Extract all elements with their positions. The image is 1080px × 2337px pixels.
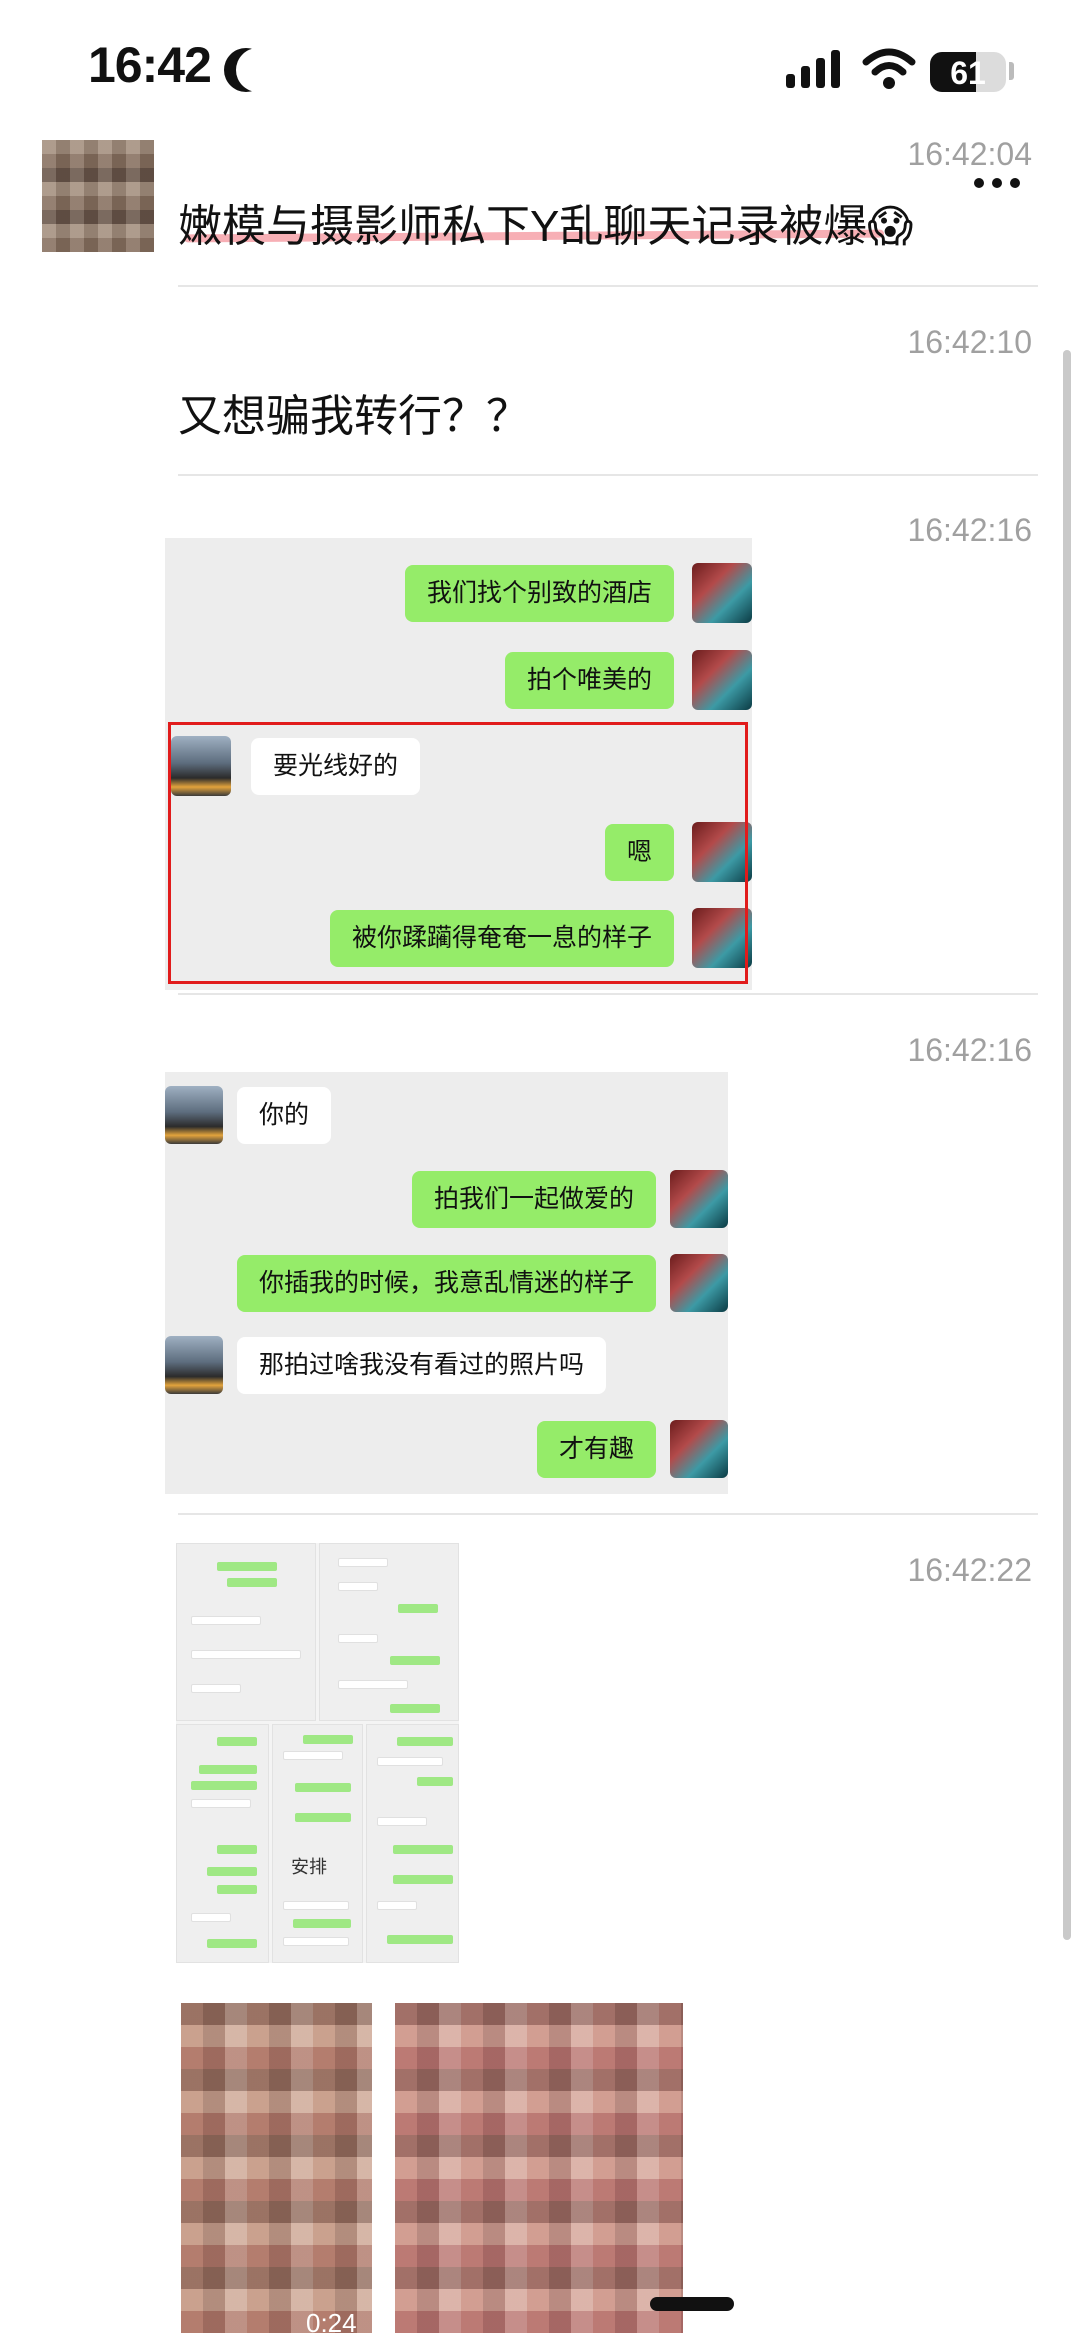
- chat-avatar: [165, 1086, 223, 1144]
- chat-bubble: 拍我们一起做爱的: [411, 1170, 656, 1228]
- more-icon[interactable]: [974, 178, 1020, 188]
- divider: [178, 1513, 1038, 1515]
- message-time: 16:42:22: [907, 1552, 1032, 1588]
- signal-icon: [786, 48, 840, 88]
- chat-avatar: [692, 650, 752, 710]
- chat-bubble: 你的: [237, 1086, 332, 1144]
- avatar[interactable]: [42, 140, 154, 252]
- message-text[interactable]: 嫩模与摄影师私下Y乱聊天记录被爆😱: [178, 190, 913, 254]
- chat-bubble: 拍个唯美的: [504, 651, 674, 709]
- wifi-icon: [862, 48, 916, 89]
- message-time: 16:42:16: [907, 1032, 1032, 1068]
- scrollbar[interactable]: [1063, 350, 1071, 1940]
- chat-bubble: 那拍过啥我没有看过的照片吗: [237, 1336, 607, 1394]
- screenshot-collage[interactable]: 安排: [176, 1543, 459, 1963]
- chat-avatar: [670, 1420, 728, 1478]
- blurred-photo[interactable]: [395, 2003, 683, 2333]
- collage-cell: 安排: [272, 1724, 363, 1963]
- chat-avatar: [692, 563, 752, 623]
- message-time: 16:42:04: [907, 136, 1032, 172]
- battery-level: 61: [950, 55, 986, 91]
- divider: [178, 474, 1038, 476]
- collage-center-label: 安排: [291, 1857, 327, 1877]
- divider: [178, 993, 1038, 995]
- chat-avatar: [670, 1254, 728, 1312]
- divider: [178, 285, 1038, 287]
- collage-cell: [176, 1543, 316, 1721]
- chat-avatar: [165, 1336, 223, 1394]
- highlight-box: [168, 722, 748, 984]
- chat-bubble: 才有趣: [536, 1420, 656, 1478]
- message-time: 16:42:10: [907, 324, 1032, 360]
- battery-icon: 61: [930, 52, 1006, 92]
- home-indicator: [650, 2297, 734, 2311]
- message-time: 16:42:16: [907, 512, 1032, 548]
- video-duration: 0:24: [306, 2308, 357, 2337]
- chat-screenshot-2[interactable]: 你的 拍我们一起做爱的 你插我的时候，我意乱情迷的样子 那拍过啥我没有看过的照片…: [165, 1072, 728, 1494]
- moon-icon: [236, 48, 280, 92]
- collage-cell: [176, 1724, 269, 1963]
- chat-bubble: 我们找个别致的酒店: [404, 564, 674, 622]
- battery-cap: [1009, 62, 1014, 80]
- message-text[interactable]: 又想骗我转行？？: [178, 380, 530, 444]
- blurred-photo[interactable]: [181, 2003, 372, 2333]
- chat-bubble: 你插我的时候，我意乱情迷的样子: [236, 1254, 656, 1312]
- status-time: 16:42: [88, 37, 212, 93]
- collage-cell: [319, 1543, 459, 1721]
- collage-cell: [366, 1724, 459, 1963]
- chat-screenshot-1[interactable]: 我们找个别致的酒店 拍个唯美的 要光线好的 嗯 被你蹂躏得奄奄一息的样子: [165, 538, 752, 990]
- chat-avatar: [670, 1170, 728, 1228]
